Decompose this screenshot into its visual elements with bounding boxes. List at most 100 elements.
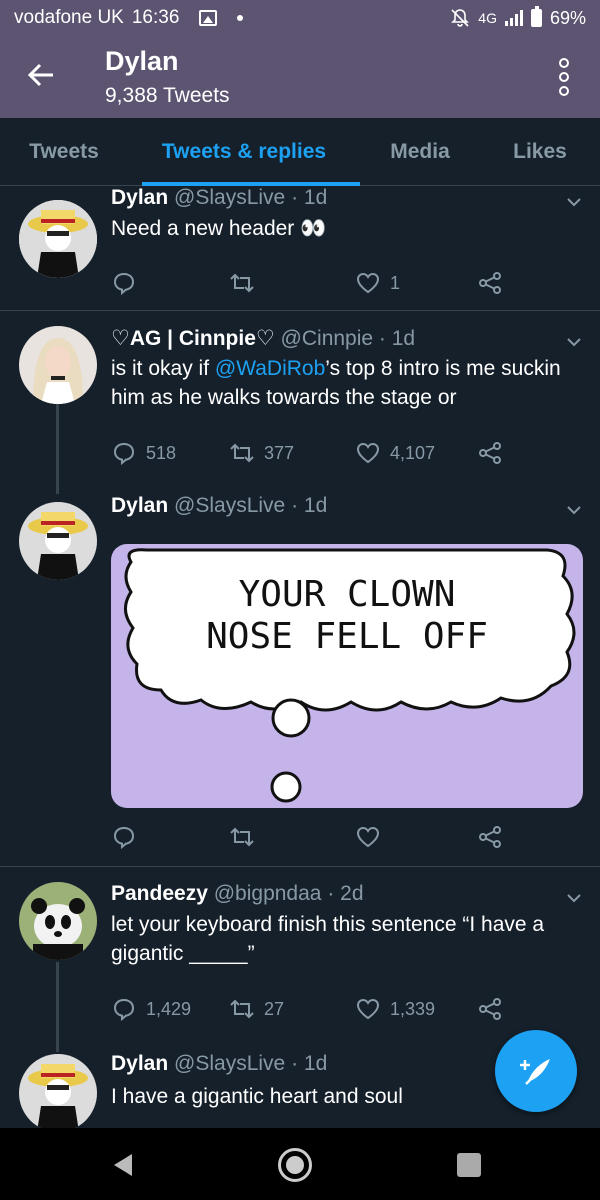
- nav-recents-icon[interactable]: [457, 1153, 481, 1177]
- avatar[interactable]: [19, 1054, 97, 1132]
- nav-back-icon[interactable]: [110, 1152, 136, 1178]
- nav-home-icon[interactable]: [278, 1148, 312, 1182]
- retweet-button[interactable]: 27: [229, 994, 284, 1024]
- chevron-down-icon[interactable]: [566, 890, 582, 906]
- like-count: 1,339: [390, 998, 436, 1019]
- reply-count: 518: [146, 442, 177, 463]
- reply-button[interactable]: [111, 822, 137, 852]
- divider: [0, 866, 600, 867]
- retweet-icon: [230, 443, 254, 463]
- author-handle[interactable]: @SlaysLive: [174, 494, 285, 517]
- signal-strength-icon: [504, 10, 523, 26]
- tab-tweets-and-replies[interactable]: Tweets & replies: [128, 118, 360, 186]
- like-button[interactable]: 4,107: [355, 438, 435, 468]
- avatar[interactable]: [19, 200, 97, 278]
- status-left: vodafone UK 16:36: [14, 7, 244, 29]
- bell-off-icon: [451, 9, 470, 27]
- reply-button[interactable]: [111, 268, 146, 298]
- avatar[interactable]: [19, 882, 97, 960]
- retweet-button[interactable]: [229, 268, 264, 298]
- author-name[interactable]: Dylan: [111, 186, 168, 209]
- like-button[interactable]: 1,339: [355, 994, 435, 1024]
- chevron-down-icon[interactable]: [566, 194, 582, 210]
- tweet-actions: [111, 822, 511, 852]
- heart-icon: [356, 272, 380, 294]
- network-type: 4G: [478, 10, 497, 26]
- more-options-icon[interactable]: [554, 58, 574, 96]
- avatar[interactable]: [19, 326, 97, 404]
- like-button[interactable]: 1: [355, 268, 400, 298]
- chevron-down-icon[interactable]: [566, 502, 582, 518]
- tab-tweets[interactable]: Tweets: [0, 118, 128, 186]
- tweet-header: ♡AG | Cinnpie♡ @Cinnpie · 1d: [111, 326, 415, 351]
- tweet-text: is it okay if @WaDiRob’s top 8 intro is …: [111, 357, 561, 409]
- back-arrow-icon[interactable]: [26, 60, 56, 90]
- tweet-actions: 1,429 27 1,339: [111, 994, 511, 1024]
- profile-tabs: Tweets Tweets & replies Media Likes: [0, 118, 600, 186]
- tab-likes[interactable]: Likes: [480, 118, 600, 186]
- mention-link[interactable]: @WaDiRob: [215, 357, 325, 380]
- author-handle[interactable]: @SlaysLive: [174, 186, 285, 209]
- retweet-icon: [230, 273, 254, 293]
- compose-feather-icon: [520, 1059, 550, 1085]
- tweet-actions: 1: [111, 268, 511, 298]
- share-button[interactable]: [477, 994, 503, 1024]
- share-icon: [479, 998, 501, 1020]
- profile-name: Dylan: [105, 46, 179, 76]
- tweet-header: Dylan @SlaysLive · 1d: [111, 1052, 327, 1076]
- heart-icon: [356, 998, 380, 1020]
- author-name[interactable]: Dylan: [111, 1052, 168, 1075]
- battery-icon: [530, 6, 542, 27]
- battery-percent: 69%: [549, 7, 586, 28]
- meme-text-line-1: YOUR CLOWN: [239, 574, 456, 615]
- carrier-label: vodafone UK: [14, 7, 124, 28]
- avatar[interactable]: [19, 502, 97, 580]
- retweet-button[interactable]: [229, 822, 255, 852]
- like-count: 4,107: [390, 442, 436, 463]
- tweet[interactable]: Dylan @SlaysLive · 1d Need a new header …: [0, 186, 600, 310]
- like-button[interactable]: [355, 822, 381, 852]
- meme-text-line-2: NOSE FELL OFF: [206, 616, 488, 657]
- share-button[interactable]: [477, 822, 503, 852]
- clock-time: 16:36: [131, 7, 180, 28]
- tweet-actions: 518 377 4,107: [111, 438, 511, 468]
- compose-tweet-button[interactable]: [495, 1030, 577, 1112]
- tweet-time: · 1d: [291, 1052, 328, 1075]
- share-button[interactable]: [477, 438, 503, 468]
- tweet[interactable]: ♡AG | Cinnpie♡ @Cinnpie · 1d is it okay …: [0, 326, 600, 486]
- like-count: 1: [390, 272, 401, 293]
- retweet-icon: [230, 999, 254, 1019]
- tweet[interactable]: Pandeezy @bigpndaa · 2d let your keyboar…: [0, 882, 600, 1042]
- author-name[interactable]: Pandeezy: [111, 882, 208, 905]
- tweet-header: Dylan @SlaysLive · 1d: [111, 186, 327, 210]
- system-navigation-bar: [0, 1128, 600, 1200]
- share-button[interactable]: [477, 268, 503, 298]
- tab-media[interactable]: Media: [360, 118, 480, 186]
- tweet-time: · 2d: [327, 882, 364, 905]
- gallery-notification-icon: [199, 10, 218, 26]
- author-name[interactable]: Dylan: [111, 494, 168, 517]
- author-handle[interactable]: @bigpndaa: [214, 882, 322, 905]
- eyes-emoji: 👀: [300, 217, 327, 240]
- tweet-text: Need a new header 👀: [111, 217, 327, 240]
- retweet-count: 27: [264, 998, 285, 1019]
- retweet-button[interactable]: 377: [229, 438, 294, 468]
- chevron-down-icon[interactable]: [566, 334, 582, 350]
- divider: [0, 310, 600, 311]
- reply-icon: [113, 826, 135, 850]
- status-right: 4G 69%: [450, 6, 586, 29]
- author-handle[interactable]: @Cinnpie: [281, 327, 374, 350]
- thought-bubble-graphic: YOUR CLOWN NOSE FELL OFF: [124, 548, 576, 803]
- tweet-count: 9,388 Tweets: [105, 84, 230, 107]
- tweet-time: · 1d: [291, 494, 328, 517]
- reply-button[interactable]: 518: [111, 438, 176, 468]
- author-name[interactable]: ♡AG | Cinnpie♡: [111, 327, 275, 350]
- reply-button[interactable]: 1,429: [111, 994, 191, 1024]
- share-icon: [479, 442, 501, 464]
- tweet-text: let your keyboard finish this sentence “…: [111, 913, 545, 965]
- tweet-media-image[interactable]: YOUR CLOWN NOSE FELL OFF: [111, 544, 583, 808]
- status-bar: vodafone UK 16:36 4G 69%: [0, 0, 600, 36]
- share-icon: [479, 272, 501, 294]
- author-handle[interactable]: @SlaysLive: [174, 1052, 285, 1075]
- profile-header: Dylan 9,388 Tweets: [0, 36, 600, 118]
